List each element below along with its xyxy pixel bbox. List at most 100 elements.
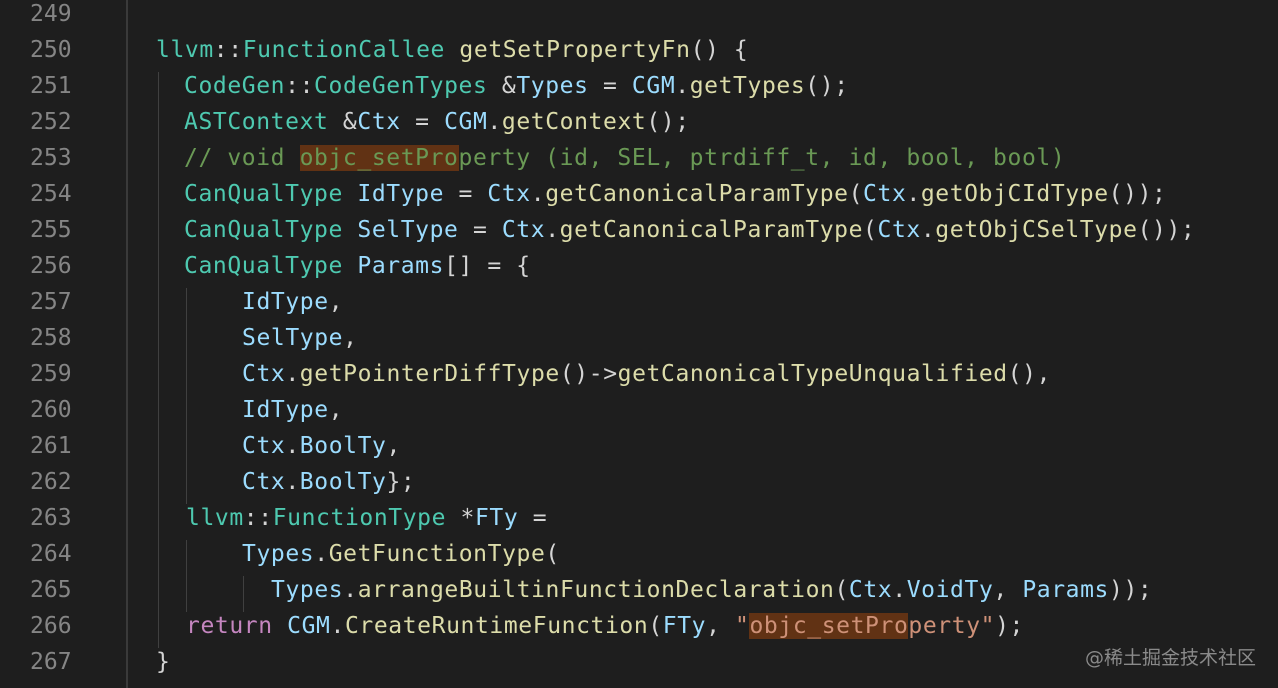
token-operator: . <box>675 73 690 99</box>
token-punct: ( <box>648 613 663 639</box>
token-variable: FTy <box>662 613 707 639</box>
code-editor[interactable]: 249 250 llvm::FunctionCallee getSetPrope… <box>0 0 1278 688</box>
token-punct: , <box>993 577 1023 603</box>
token-variable: FTy <box>474 505 519 531</box>
line-number: 265 <box>30 577 72 603</box>
token-variable: Params <box>1022 577 1109 603</box>
token-operator: . <box>892 577 907 603</box>
code-text: Types.arrangeBuiltinFunctionDeclaration(… <box>271 572 1152 608</box>
token-variable: CGM <box>444 109 488 135</box>
token-operator: . <box>314 541 329 567</box>
token-namespace: llvm <box>186 505 244 531</box>
token-operator: = <box>458 217 502 243</box>
code-line[interactable]: 260 IdType, <box>0 392 1278 428</box>
line-number: 258 <box>30 325 72 351</box>
watermark: @稀土掘金技术社区 <box>1084 647 1256 669</box>
token-function: getTypes <box>689 73 806 99</box>
token-type: CanQualType <box>184 181 343 207</box>
token-type: CodeGenTypes <box>314 73 488 99</box>
token-operator: :: <box>285 73 315 99</box>
code-line[interactable]: 263 llvm::FunctionType *FTy = <box>0 500 1278 536</box>
token-operator: . <box>330 613 345 639</box>
token-punct: ( <box>545 541 560 567</box>
token-namespace: llvm <box>156 37 214 63</box>
code-line[interactable]: 261 Ctx.BoolTy, <box>0 428 1278 464</box>
token-operator: . <box>285 433 300 459</box>
token-function: getSetPropertyFn <box>459 37 691 63</box>
line-number: 261 <box>30 433 72 459</box>
code-line[interactable]: 259 Ctx.getPointerDiffType()->getCanonic… <box>0 356 1278 392</box>
token-punct: () { <box>690 37 749 63</box>
token-variable: IdType <box>242 289 329 315</box>
token-punct: } <box>156 649 171 675</box>
code-line[interactable]: 251 CodeGen::CodeGenTypes &Types = CGM.g… <box>0 68 1278 104</box>
token-punct: (), <box>1007 361 1052 387</box>
code-comment: // void objc_setProperty (id, SEL, ptrdi… <box>184 140 1065 176</box>
code-line[interactable]: 249 <box>0 0 1278 32</box>
token-variable: Ctx <box>848 577 893 603</box>
code-line[interactable]: 253 // void objc_setProperty (id, SEL, p… <box>0 140 1278 176</box>
code-text: Ctx.getPointerDiffType()->getCanonicalTy… <box>242 356 1051 392</box>
token-variable: Ctx <box>487 181 531 207</box>
code-line[interactable]: 254 CanQualType IdType = Ctx.getCanonica… <box>0 176 1278 212</box>
token-operator: = <box>400 109 445 135</box>
line-number: 256 <box>30 253 72 279</box>
code-line[interactable]: 256 CanQualType Params[] = { <box>0 248 1278 284</box>
code-text: CodeGen::CodeGenTypes &Types = CGM.getTy… <box>184 68 849 104</box>
code-line[interactable]: 255 CanQualType SelType = Ctx.getCanonic… <box>0 212 1278 248</box>
token-function: getPointerDiffType <box>299 361 560 387</box>
token-variable: CGM <box>287 613 331 639</box>
code-text: Types.GetFunctionType( <box>242 536 560 572</box>
code-text: CanQualType SelType = Ctx.getCanonicalPa… <box>184 212 1195 248</box>
line-number: 250 <box>30 37 72 63</box>
token-type: ASTContext <box>184 109 329 135</box>
token-comment: // void <box>184 145 300 171</box>
token-punct: (); <box>805 73 849 99</box>
token-operator: . <box>285 469 300 495</box>
code-line[interactable]: 252 ASTContext &Ctx = CGM.getContext(); <box>0 104 1278 140</box>
code-line[interactable]: 258 SelType, <box>0 320 1278 356</box>
token-punct: , <box>343 325 358 351</box>
token-punct: ()); <box>1137 217 1196 243</box>
token-operator: = <box>518 505 548 531</box>
line-number: 259 <box>30 361 72 387</box>
code-line[interactable]: 264 Types.GetFunctionType( <box>0 536 1278 572</box>
code-line[interactable]: 265 Types.arrangeBuiltinFunctionDeclarat… <box>0 572 1278 608</box>
token-function: CreateRuntimeFunction <box>344 613 649 639</box>
line-number: 257 <box>30 289 72 315</box>
token-punct: ( <box>834 577 849 603</box>
token-type: CanQualType <box>184 253 343 279</box>
code-text: llvm::FunctionCallee getSetPropertyFn() … <box>156 32 748 68</box>
token-operator: :: <box>213 37 243 63</box>
code-line[interactable]: 262 Ctx.BoolTy}; <box>0 464 1278 500</box>
token-punct: , <box>706 613 736 639</box>
token-function: getObjCSelType <box>935 217 1138 243</box>
token-punct: (); <box>646 109 690 135</box>
code-text: CanQualType Params[] = { <box>184 248 531 284</box>
token-variable: Types <box>242 541 315 567</box>
line-number: 267 <box>30 649 72 675</box>
token-operator: . <box>343 577 358 603</box>
search-match-highlight: objc_setPro <box>299 145 459 171</box>
token-variable: IdType <box>357 181 445 207</box>
code-text: ASTContext &Ctx = CGM.getContext(); <box>184 104 690 140</box>
line-number: 263 <box>30 505 72 531</box>
line-number: 262 <box>30 469 72 495</box>
code-line[interactable]: 257 IdType, <box>0 284 1278 320</box>
token-type: CanQualType <box>184 217 343 243</box>
token-variable: Ctx <box>242 469 286 495</box>
code-line[interactable]: 266 return CGM.CreateRuntimeFunction(FTy… <box>0 608 1278 644</box>
line-number: 249 <box>30 1 72 27</box>
token-variable: SelType <box>357 217 459 243</box>
code-line[interactable]: 250 llvm::FunctionCallee getSetPropertyF… <box>0 32 1278 68</box>
token-punct: ( <box>863 217 878 243</box>
token-operator: . <box>545 217 560 243</box>
token-variable: Ctx <box>242 433 286 459</box>
line-number: 255 <box>30 217 72 243</box>
token-operator: . <box>920 217 936 243</box>
line-number: 254 <box>30 181 72 207</box>
